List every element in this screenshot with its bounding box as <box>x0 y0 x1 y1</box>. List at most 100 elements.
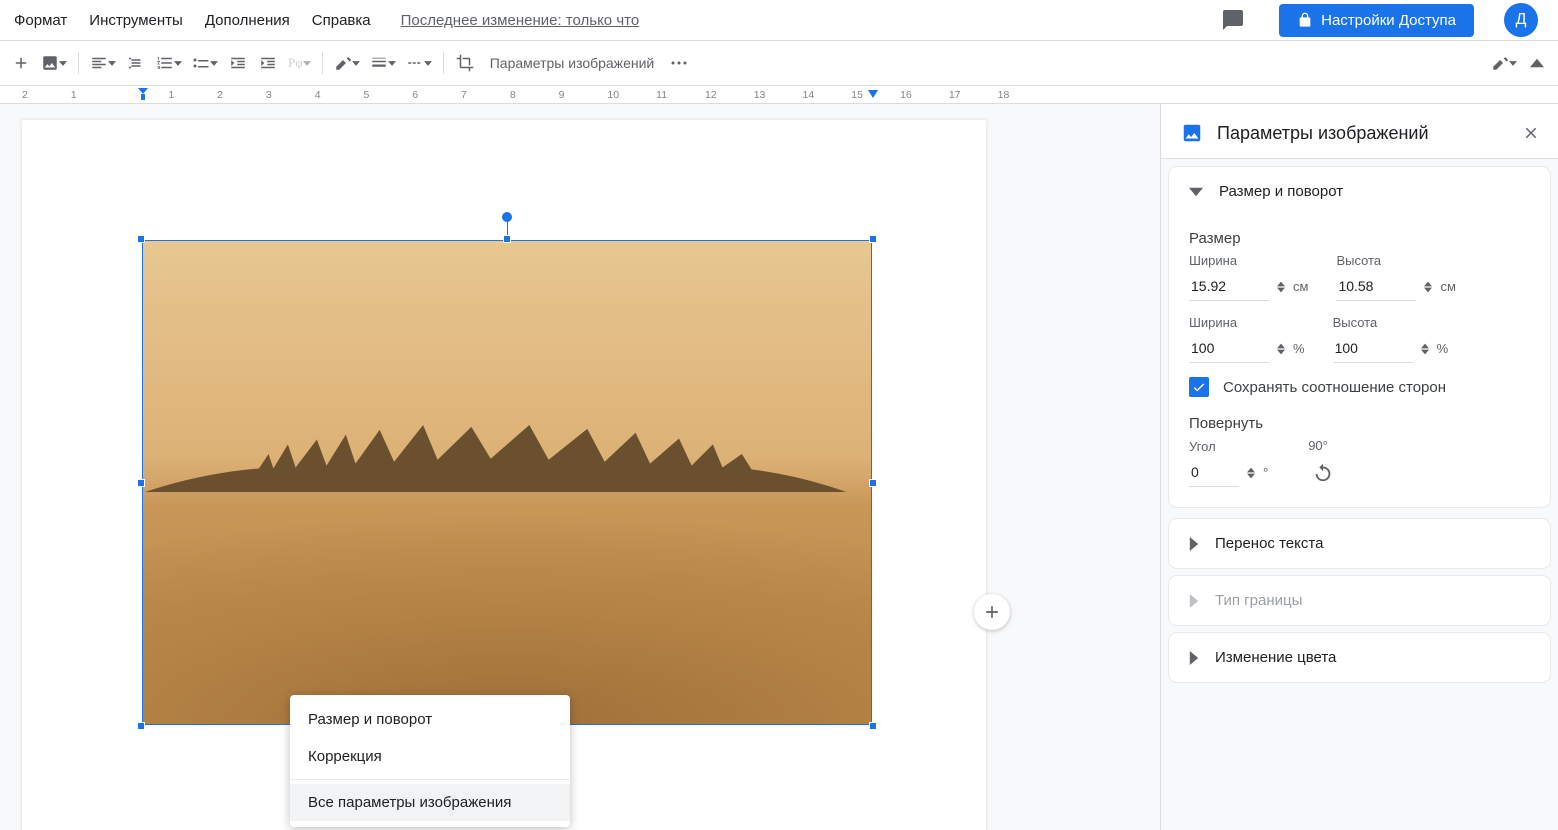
ruler-tick: 17 <box>949 89 995 101</box>
menu-help[interactable]: Справка <box>310 8 373 33</box>
ruler-tick: 11 <box>656 89 702 101</box>
ruler-tick: 1 <box>168 89 214 101</box>
add-comment-float-button[interactable] <box>974 594 1010 630</box>
ctx-size-rotation[interactable]: Размер и поворот <box>290 701 570 738</box>
height-pct-stepper[interactable] <box>1421 343 1429 355</box>
ruler-tick: 18 <box>998 89 1044 101</box>
share-button[interactable]: Настройки Доступа <box>1279 4 1474 37</box>
collapse-toolbar-button[interactable] <box>1523 49 1551 77</box>
lock-aspect-checkbox[interactable] <box>1189 377 1209 397</box>
border-dash-button[interactable] <box>402 49 436 77</box>
panel-title: Параметры изображений <box>1217 123 1508 144</box>
chevron-right-icon <box>1189 537 1199 551</box>
insert-plus-button[interactable] <box>7 49 35 77</box>
ruler-tick: 3 <box>266 89 312 101</box>
indent-increase-button[interactable] <box>254 49 282 77</box>
height-cm-input[interactable] <box>1336 272 1416 301</box>
section-recolor: Изменение цвета <box>1169 633 1550 682</box>
ctx-adjustments[interactable]: Коррекция <box>290 738 570 775</box>
menu-tools[interactable]: Инструменты <box>87 8 185 33</box>
height-pct-input[interactable] <box>1333 334 1413 363</box>
width-pct-label: Ширина <box>1189 315 1305 330</box>
accordion-recolor-title: Изменение цвета <box>1215 649 1336 666</box>
ruler-tick: 10 <box>607 89 653 101</box>
ruler-tick: 6 <box>412 89 458 101</box>
ruler-tick: 2 <box>217 89 263 101</box>
ruler-tick: 16 <box>900 89 946 101</box>
unit-cm: см <box>1293 279 1308 294</box>
indent-decrease-button[interactable] <box>224 49 252 77</box>
resize-handle-sw[interactable] <box>137 722 145 730</box>
section-border-type: Тип границы <box>1169 576 1550 625</box>
angle-stepper[interactable] <box>1247 467 1255 479</box>
resize-handle-nw[interactable] <box>137 235 145 243</box>
section-text-wrap: Перенос текста <box>1169 519 1550 568</box>
width-cm-input[interactable] <box>1189 272 1269 301</box>
line-spacing-button[interactable] <box>122 49 150 77</box>
last-edit-link[interactable]: Последнее изменение: только что <box>401 12 640 29</box>
angle-label: Угол <box>1189 439 1268 454</box>
bulleted-list-button[interactable] <box>188 49 222 77</box>
document-canvas[interactable]: Размер и поворот Коррекция Все параметры… <box>0 104 1160 830</box>
width-pct-input[interactable] <box>1189 334 1269 363</box>
accordion-border-type-header[interactable]: Тип границы <box>1169 576 1550 625</box>
width-cm-stepper[interactable] <box>1277 281 1285 293</box>
unit-pct: % <box>1293 341 1305 356</box>
image-landscape <box>143 425 848 493</box>
resize-handle-ne[interactable] <box>869 235 877 243</box>
border-weight-button[interactable] <box>366 49 400 77</box>
close-panel-icon[interactable] <box>1522 124 1540 142</box>
selected-image[interactable] <box>142 240 872 725</box>
resize-handle-w[interactable] <box>137 479 145 487</box>
ruler-tick: 1 <box>71 89 117 101</box>
unit-pct: % <box>1437 341 1449 356</box>
accordion-size-rotation-header[interactable]: Размер и поворот <box>1169 167 1550 216</box>
lock-aspect-label: Сохранять соотношение сторон <box>1223 379 1446 396</box>
ruler-tick: 5 <box>363 89 409 101</box>
menu-format[interactable]: Формат <box>12 8 69 33</box>
indent-left-marker-icon[interactable] <box>138 88 148 100</box>
ruler-tick: 4 <box>315 89 361 101</box>
image-content <box>142 240 872 725</box>
ctx-separator <box>290 779 570 780</box>
border-color-button[interactable] <box>330 49 364 77</box>
rotation-handle[interactable] <box>502 212 512 222</box>
editing-mode-button[interactable] <box>1487 49 1521 77</box>
resize-handle-e[interactable] <box>869 479 877 487</box>
align-button[interactable] <box>86 49 120 77</box>
height-pct-label: Высота <box>1333 315 1449 330</box>
insert-image-button[interactable] <box>37 49 71 77</box>
height-cm-stepper[interactable] <box>1424 281 1432 293</box>
rotate-90-label: 90° <box>1308 438 1338 453</box>
resize-handle-n[interactable] <box>503 235 511 243</box>
image-options-panel: Параметры изображений Размер и поворот Р… <box>1160 104 1558 830</box>
width-label: Ширина <box>1189 253 1308 268</box>
toolbar: Рφ Параметры изображений <box>0 40 1558 86</box>
comments-icon[interactable] <box>1217 4 1249 36</box>
account-avatar[interactable]: Д <box>1504 3 1538 37</box>
clear-format-button[interactable]: Рφ <box>284 49 315 77</box>
menu-addons[interactable]: Дополнения <box>203 8 292 33</box>
width-pct-stepper[interactable] <box>1277 343 1285 355</box>
menu-bar: Формат Инструменты Дополнения Справка По… <box>0 0 1558 40</box>
image-options-text-button[interactable]: Параметры изображений <box>480 55 665 71</box>
crop-button[interactable] <box>451 49 479 77</box>
numbered-list-button[interactable] <box>152 49 186 77</box>
chevron-right-icon <box>1189 594 1199 608</box>
ctx-all-image-options[interactable]: Все параметры изображения <box>290 784 570 821</box>
ruler-tick: 7 <box>461 89 507 101</box>
accordion-text-wrap-header[interactable]: Перенос текста <box>1169 519 1550 568</box>
horizontal-ruler[interactable]: 2 1 1 2 3 4 5 6 7 8 9 10 11 12 13 14 15 … <box>0 86 1558 104</box>
ruler-tick: 2 <box>22 89 68 101</box>
more-button[interactable] <box>665 49 693 77</box>
indent-right-marker-icon[interactable] <box>868 90 878 98</box>
angle-input[interactable] <box>1189 458 1239 487</box>
rotate-90-button[interactable] <box>1308 457 1338 487</box>
resize-handle-se[interactable] <box>869 722 877 730</box>
accordion-recolor-header[interactable]: Изменение цвета <box>1169 633 1550 682</box>
rotate-heading: Повернуть <box>1189 415 1530 432</box>
panel-header: Параметры изображений <box>1161 104 1558 159</box>
ruler-tick: 8 <box>510 89 556 101</box>
share-button-label: Настройки Доступа <box>1321 12 1456 29</box>
ruler-tick: 14 <box>803 89 849 101</box>
